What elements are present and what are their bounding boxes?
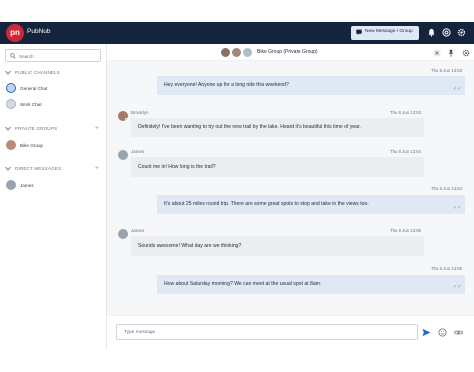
message-list: Thu 6 Jun 13:53 Hey everyone! Anyone up … (107, 61, 474, 315)
pin-icon[interactable] (447, 49, 455, 57)
group-avatar (6, 140, 16, 150)
sidebar-item-label: General Chat (20, 85, 48, 91)
message-composer: Type message (107, 315, 474, 350)
message-text: Hey everyone! Anyone up for a long ride … (164, 82, 289, 89)
message-timestamp: Thu 6 Jun 13:54 (431, 186, 463, 191)
sidebar-item-general-chat[interactable]: General Chat (4, 82, 102, 94)
chevron-down-icon (5, 70, 11, 75)
channel-avatar (6, 83, 16, 93)
channel-settings-gear-icon[interactable] (462, 49, 470, 57)
search-icon (10, 53, 16, 59)
add-private-group-icon[interactable]: + (95, 125, 99, 132)
chevron-down-icon (5, 166, 11, 171)
avatar-james (118, 150, 128, 160)
settings-gear-icon[interactable] (457, 28, 466, 37)
sender-name: Brooklyn (131, 110, 149, 115)
sidebar-item-label: James (20, 182, 34, 188)
section-label: PRIVATE GROUPS (15, 126, 58, 131)
message-input[interactable]: Type message (116, 324, 418, 340)
avatar-james (118, 229, 128, 239)
message-input-placeholder: Type message (124, 330, 156, 335)
sidebar-item-james[interactable]: James (4, 179, 102, 191)
at-sign-icon[interactable] (442, 28, 451, 37)
new-message-icon (356, 29, 362, 35)
new-message-button[interactable]: New Message / Group (351, 26, 419, 40)
message-timestamp: Thu 6 Jun 13:55 (390, 228, 422, 233)
sidebar-item-work-chat[interactable]: Work Chat (4, 98, 102, 110)
sidebar: Search PUBLIC CHANNELS General Chat Work… (0, 44, 107, 350)
bell-icon[interactable] (427, 28, 436, 37)
new-message-label: New Message / Group (365, 29, 413, 34)
public-channels-header[interactable]: PUBLIC CHANNELS (5, 69, 101, 77)
user-avatar (6, 180, 16, 190)
outgoing-message: Hey everyone! Anyone up for a long ride … (157, 76, 465, 95)
search-placeholder: Search (19, 53, 34, 59)
sidebar-item-bike-group[interactable]: Bike Group (4, 139, 102, 151)
direct-messages-header[interactable]: DIRECT MESSAGES + (5, 165, 101, 173)
message-text: Definitely! I've been wanting to try out… (138, 124, 361, 131)
sender-name: James (131, 149, 145, 154)
incoming-message: Definitely! I've been wanting to try out… (131, 118, 424, 137)
message-timestamp: Thu 6 Jun 13:53 (390, 110, 422, 115)
message-timestamp: Thu 6 Jun 13:54 (390, 149, 422, 154)
message-timestamp: Thu 6 Jun 13:53 (431, 68, 463, 73)
outgoing-message: How about Saturday morning? We can meet … (157, 275, 465, 294)
double-check-icon: ✓✓ (453, 86, 462, 92)
message-text: It's about 25 miles round trip. There ar… (164, 201, 369, 208)
attachment-link-icon[interactable] (454, 328, 463, 337)
chevron-down-icon (5, 126, 11, 131)
channel-title: Bike Group (Private Group) (257, 49, 318, 55)
sender-name: James (131, 228, 145, 233)
member-avatar (231, 47, 242, 58)
send-icon[interactable] (422, 328, 431, 337)
emoji-icon[interactable] (438, 328, 447, 337)
double-check-icon: ✓✓ (453, 284, 462, 290)
top-bar: pn PubNub New Message / Group (0, 22, 474, 44)
section-label: PUBLIC CHANNELS (15, 70, 61, 75)
message-text: How about Saturday morning? We can meet … (164, 281, 322, 288)
incoming-message: Sounds awesome! What day are we thinking… (131, 236, 424, 256)
app-brand: PubNub (27, 28, 51, 35)
section-label: DIRECT MESSAGES (15, 166, 62, 171)
message-text: Sounds awesome! What day are we thinking… (138, 242, 242, 249)
channel-header: Bike Group (Private Group) (107, 44, 474, 61)
channel-avatar (6, 99, 16, 109)
private-groups-header[interactable]: PRIVATE GROUPS + (5, 125, 101, 133)
group-avatars (220, 47, 254, 58)
incoming-message: Count me in! How long is the trail? (131, 157, 424, 177)
pubnub-logo: pn (6, 24, 24, 42)
sidebar-item-label: Work Chat (20, 101, 42, 107)
message-timestamp: Thu 6 Jun 13:55 (431, 266, 463, 271)
outgoing-message: It's about 25 miles round trip. There ar… (157, 195, 465, 214)
sidebar-item-label: Bike Group (20, 142, 43, 148)
search-input[interactable]: Search (5, 49, 101, 62)
member-avatar (242, 47, 253, 58)
close-icon[interactable] (433, 49, 441, 57)
message-text: Count me in! How long is the trail? (138, 163, 216, 170)
online-status-dot (125, 118, 128, 121)
member-avatar (220, 47, 231, 58)
add-direct-message-icon[interactable]: + (95, 165, 99, 172)
double-check-icon: ✓✓ (453, 205, 462, 211)
